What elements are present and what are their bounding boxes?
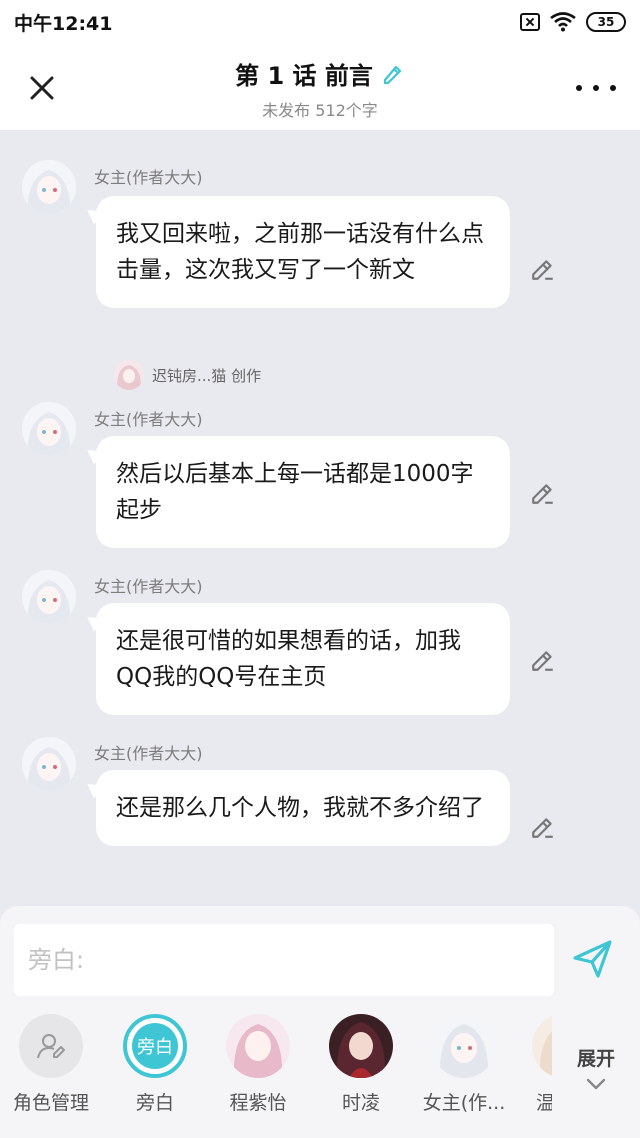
more-dot-icon [576,85,582,91]
character-avatar [532,1014,552,1078]
character-avatar-icon [432,1014,496,1078]
character-avatar-icon [329,1014,393,1078]
narration-input[interactable] [14,924,554,996]
message-bubble[interactable]: 还是很可惜的如果想看的话，加我QQ我的QQ号在主页 [96,603,510,715]
character-label: 角色管理 [12,1092,89,1114]
creator-avatar [114,360,144,390]
user-edit-icon [37,1034,65,1059]
message-bubble[interactable]: 我又回来啦，之前那一话没有什么点击量，这次我又写了一个新文 [96,196,510,308]
more-options-button[interactable] [576,72,616,104]
character-item[interactable]: 程紫怡 [203,1014,313,1115]
header: 第 1 话 前言 未发布 512个字 [0,44,640,130]
character-label: 温 [536,1092,552,1114]
chevron-down-icon [586,1078,606,1090]
narration-badge: 旁白 [132,1023,178,1069]
edit-title-icon[interactable] [381,62,405,86]
wifi-icon [550,12,576,32]
character-manage-circle [19,1014,83,1078]
character-label: 时凌 [341,1092,380,1114]
character-avatar-icon [22,402,76,456]
character-avatar-icon [22,737,76,791]
expand-button[interactable]: 展开 [566,1044,626,1095]
message-bubble[interactable]: 还是那么几个人物，我就不多介绍了 [96,770,510,846]
avatar[interactable] [22,402,76,456]
status-bar: 中午12:41 35 [0,0,640,44]
character-item[interactable]: 温 [512,1014,552,1115]
character-avatar-icon [22,570,76,624]
avatar[interactable] [22,737,76,791]
send-icon[interactable] [570,936,616,982]
character-avatar-icon [226,1014,290,1078]
close-button[interactable] [22,68,62,108]
character-label: 程紫怡 [229,1092,287,1114]
narration-selected-circle: 旁白 [123,1014,187,1078]
character-manage-button[interactable]: 角色管理 [0,1014,106,1115]
speaker-name: 女主(作者大大) [94,410,203,429]
character-label: 女主(作... [422,1092,506,1114]
edit-message-icon[interactable] [530,814,556,840]
composer-panel: 角色管理 旁白 旁白 程紫怡 [0,906,640,1138]
character-item[interactable]: 女主(作... [409,1014,519,1115]
status-time: 中午12:41 [14,12,113,35]
more-dot-icon [593,85,599,91]
page-title: 第 1 话 前言 [235,62,373,90]
character-item[interactable]: 时凌 [306,1014,416,1115]
message-bubble[interactable]: 然后以后基本上每一话都是1000字起步 [96,436,510,548]
speaker-name: 女主(作者大大) [94,744,203,763]
battery-indicator: 35 [586,12,626,32]
avatar[interactable] [22,160,76,214]
more-dot-icon [610,85,616,91]
character-bar: 角色管理 旁白 旁白 程紫怡 时凌 女主(作... 温 展开 [0,1014,640,1138]
status-icons: 35 [520,12,626,32]
expand-label: 展开 [576,1048,615,1070]
character-avatar-icon [532,1014,552,1078]
no-sim-icon [520,13,540,31]
page-subtitle: 未发布 512个字 [262,101,378,120]
edit-message-icon[interactable] [530,256,556,282]
title-area: 第 1 话 前言 未发布 512个字 [120,56,520,121]
creator-avatar-icon [114,360,144,390]
speaker-name: 女主(作者大大) [94,577,203,596]
character-avatar [226,1014,290,1078]
close-icon [30,76,54,100]
character-avatar-icon [22,160,76,214]
character-narration[interactable]: 旁白 旁白 [100,1014,210,1115]
speaker-name: 女主(作者大大) [94,168,203,187]
character-label: 旁白 [135,1092,174,1114]
avatar[interactable] [22,570,76,624]
character-avatar [432,1014,496,1078]
edit-message-icon[interactable] [530,647,556,673]
creator-text: 迟钝房...猫 创作 [152,366,262,385]
creator-credit[interactable]: 迟钝房...猫 创作 [114,360,261,390]
edit-message-icon[interactable] [530,480,556,506]
character-avatar [329,1014,393,1078]
